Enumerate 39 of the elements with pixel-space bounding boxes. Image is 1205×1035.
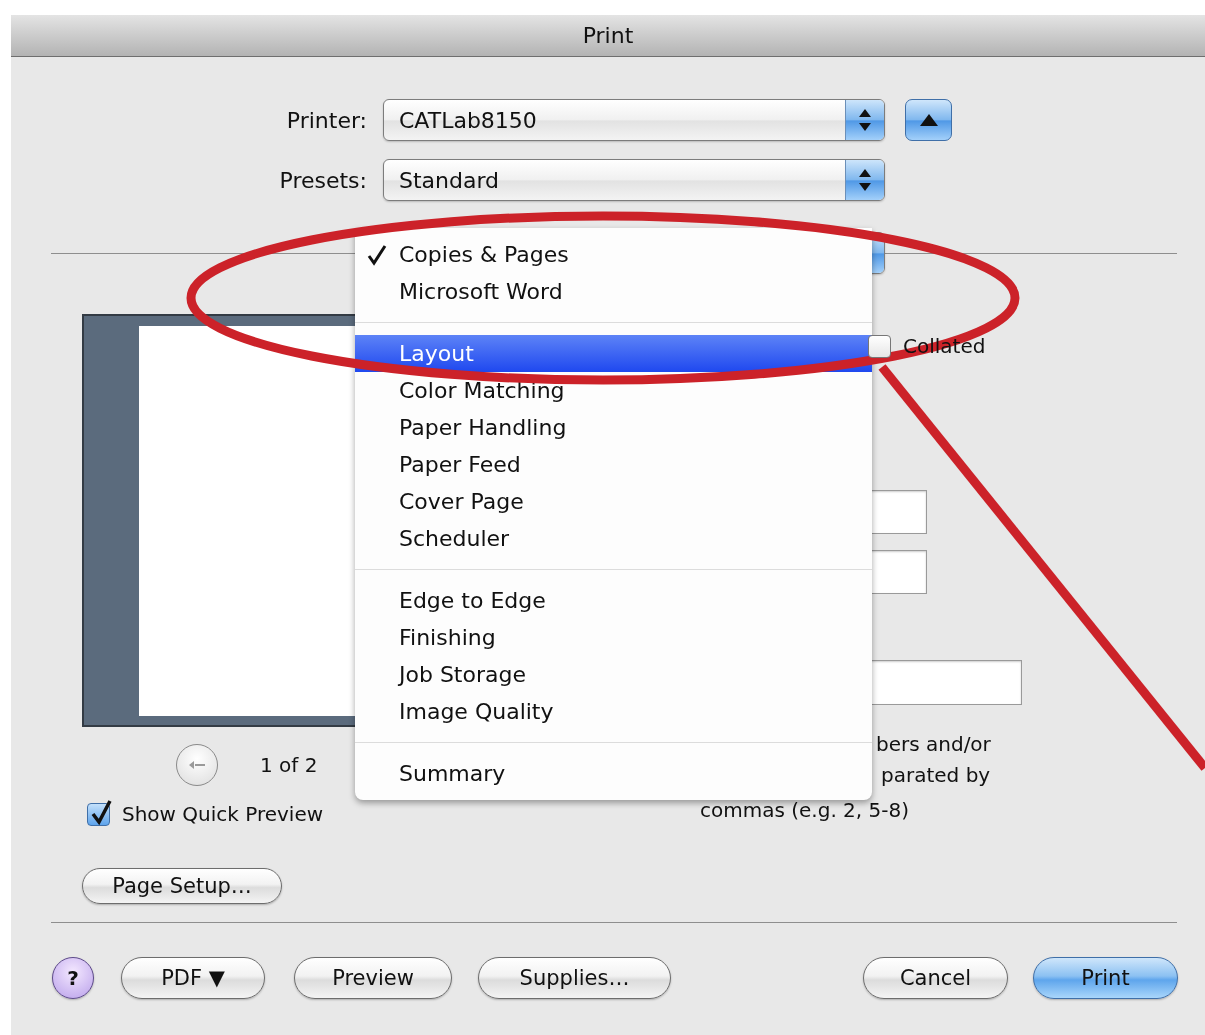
hint-text: bers and/or [876, 731, 991, 758]
back-arrow-icon [188, 760, 206, 770]
up-down-arrows-icon [858, 107, 872, 133]
previous-page-button[interactable] [176, 744, 218, 786]
checkmark-icon [367, 244, 387, 266]
printer-popup[interactable]: CATLab8150 [383, 99, 885, 141]
collapse-button[interactable] [905, 99, 952, 141]
menu-item[interactable]: Paper Feed [355, 446, 872, 483]
dialog-button[interactable]: Supplies… [478, 957, 671, 999]
menu-item[interactable]: Copies & Pages [355, 236, 872, 273]
menu-item[interactable]: Finishing [355, 619, 872, 656]
field-label: Presets: [278, 167, 367, 193]
hint-text: commas (e.g. 2, 5-8) [700, 797, 909, 824]
page-setup-button[interactable]: Page Setup… [82, 868, 282, 904]
hint-text: parated by [881, 762, 991, 789]
up-down-arrows-icon [858, 167, 872, 193]
dialog-button[interactable]: Preview [294, 957, 452, 999]
page-indicator: 1 of 2 [260, 753, 318, 777]
triangle-up-icon [918, 113, 939, 127]
menu-item[interactable]: Summary [355, 755, 872, 792]
menu-item[interactable]: Microsoft Word [355, 273, 872, 310]
menu-item[interactable]: Image Quality [355, 693, 872, 730]
dialog-button[interactable]: Print [1033, 957, 1178, 999]
dialog-button[interactable]: Cancel [863, 957, 1008, 999]
checkbox[interactable] [868, 334, 891, 358]
checkbox[interactable] [87, 802, 110, 826]
menu-item[interactable]: Edge to Edge [355, 582, 872, 619]
help-button[interactable]: ? [52, 957, 94, 999]
window-title: Print [582, 23, 634, 48]
menu-item[interactable]: Job Storage [355, 656, 872, 693]
menu-item[interactable]: Scheduler [355, 520, 872, 557]
field-label: Printer: [285, 107, 367, 133]
menu-item[interactable]: Layout [355, 335, 872, 372]
dialog-button[interactable]: PDF ▼ [121, 957, 265, 999]
checkbox-label: Show Quick Preview [122, 802, 324, 826]
menu-item[interactable]: Cover Page [355, 483, 872, 520]
presets-popup[interactable]: Standard [383, 159, 885, 201]
menu-item[interactable]: Color Matching [355, 372, 872, 409]
menu-item[interactable]: Paper Handling [355, 409, 872, 446]
